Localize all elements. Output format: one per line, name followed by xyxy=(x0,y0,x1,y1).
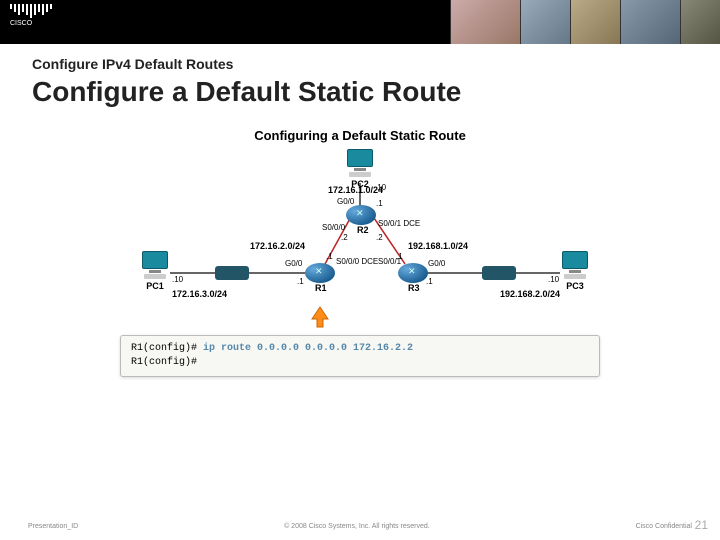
monitor-icon xyxy=(347,149,373,167)
r2-label: R2 xyxy=(357,225,369,235)
r3-g00: G0/0 xyxy=(428,259,445,268)
switch-left xyxy=(215,266,249,280)
r2-s001: S0/0/1 DCE xyxy=(378,219,420,228)
page-number: 21 xyxy=(695,518,708,532)
footer-left: Presentation_ID xyxy=(28,523,78,530)
subnet-pc1: 172.16.3.0/24 xyxy=(172,289,227,299)
pc3-label: PC3 xyxy=(558,281,592,291)
r3-s001-ip: .1 xyxy=(396,252,403,261)
router-r3 xyxy=(398,263,428,283)
terminal-line-2: R1(config)# xyxy=(131,356,589,370)
slide-title: Configure a Default Static Route xyxy=(0,72,720,108)
terminal-line-1: R1(config)# ip route 0.0.0.0 0.0.0.0 172… xyxy=(131,342,589,356)
logo-bars-icon xyxy=(10,4,52,18)
pc1-ip: .10 xyxy=(172,275,183,284)
r2-s000-ip: .2 xyxy=(341,233,348,242)
r2-g00: G0/0 xyxy=(337,197,354,206)
r3-label: R3 xyxy=(408,283,420,293)
r1-s000-ip: .1 xyxy=(326,252,333,261)
pc3: PC3 xyxy=(558,251,592,291)
router-r2 xyxy=(346,205,376,225)
subnet-r1r2: 172.16.2.0/24 xyxy=(250,241,305,251)
footer: Presentation_ID © 2008 Cisco Systems, In… xyxy=(0,523,720,530)
diagram: Configuring a Default Static Route PC2 1… xyxy=(120,128,600,388)
r2-s001-ip: .2 xyxy=(376,233,383,242)
pc3-ip: .10 xyxy=(548,275,559,284)
banner-photos xyxy=(450,0,720,44)
footer-right: Cisco Confidential xyxy=(636,523,692,530)
pc2: PC2 xyxy=(343,149,377,189)
logo-text: CISCO xyxy=(10,20,52,27)
terminal-command: ip route 0.0.0.0 0.0.0.0 172.16.2.2 xyxy=(203,343,413,354)
footer-center: © 2008 Cisco Systems, Inc. All rights re… xyxy=(284,523,430,530)
monitor-icon xyxy=(562,251,588,269)
cisco-logo: CISCO xyxy=(10,4,52,27)
r2-g00-ip: .1 xyxy=(376,199,383,208)
r1-s000: S0/0/0 DCE xyxy=(336,257,378,266)
subnet-pc3: 192.168.2.0/24 xyxy=(500,289,560,299)
r1-g00-ip: .1 xyxy=(297,277,304,286)
monitor-icon xyxy=(142,251,168,269)
r3-g00-ip: .1 xyxy=(426,277,433,286)
r1-label: R1 xyxy=(315,283,327,293)
router-r1 xyxy=(305,263,335,283)
pc1: PC1 xyxy=(138,251,172,291)
topology: PC2 172.16.1.0/24 .10 R2 G0/0 .1 S0/0/0 … xyxy=(120,149,600,329)
terminal-box: R1(config)# ip route 0.0.0.0 0.0.0.0 172… xyxy=(120,335,600,377)
highlight-arrow-icon xyxy=(308,305,332,329)
pc1-label: PC1 xyxy=(138,281,172,291)
pc2-ip: .10 xyxy=(375,183,386,192)
banner: CISCO xyxy=(0,0,720,44)
r2-s000: S0/0/0 xyxy=(322,223,345,232)
diagram-title: Configuring a Default Static Route xyxy=(120,128,600,143)
r1-g00: G0/0 xyxy=(285,259,302,268)
slide-eyebrow: Configure IPv4 Default Routes xyxy=(0,44,720,72)
subnet-r2r3: 192.168.1.0/24 xyxy=(408,241,468,251)
switch-right xyxy=(482,266,516,280)
